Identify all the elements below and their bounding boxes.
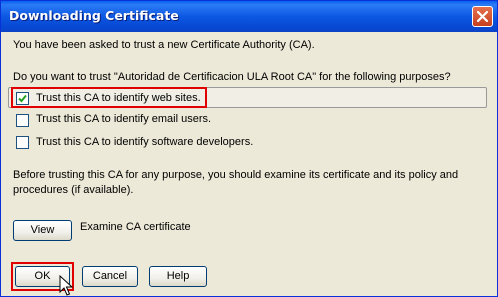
cancel-button[interactable]: Cancel bbox=[82, 266, 138, 287]
intro-text: You have been asked to trust a new Certi… bbox=[13, 39, 315, 51]
close-icon bbox=[477, 11, 488, 22]
window-title: Downloading Certificate bbox=[9, 8, 179, 23]
trust-email-checkbox[interactable] bbox=[16, 114, 29, 127]
mouse-cursor-icon bbox=[59, 275, 73, 296]
trust-developers-checkbox[interactable] bbox=[16, 136, 29, 149]
question-text: Do you want to trust "Autoridad de Certi… bbox=[13, 71, 451, 83]
advice-text-line1: Before trusting this CA for any purpose,… bbox=[13, 169, 459, 181]
advice-text-line2: procedures (if available). bbox=[13, 184, 134, 196]
help-button[interactable]: Help bbox=[149, 266, 207, 287]
view-button[interactable]: View bbox=[13, 220, 72, 241]
trust-email-label[interactable]: Trust this CA to identify email users. bbox=[36, 113, 211, 126]
examine-label: Examine CA certificate bbox=[80, 221, 191, 233]
title-bar[interactable]: Downloading Certificate bbox=[1, 1, 497, 32]
close-button[interactable] bbox=[472, 6, 493, 27]
trust-developers-label[interactable]: Trust this CA to identify software devel… bbox=[36, 136, 253, 149]
highlight-websites bbox=[11, 87, 207, 108]
downloading-certificate-dialog: Downloading Certificate You have been as… bbox=[0, 0, 498, 297]
